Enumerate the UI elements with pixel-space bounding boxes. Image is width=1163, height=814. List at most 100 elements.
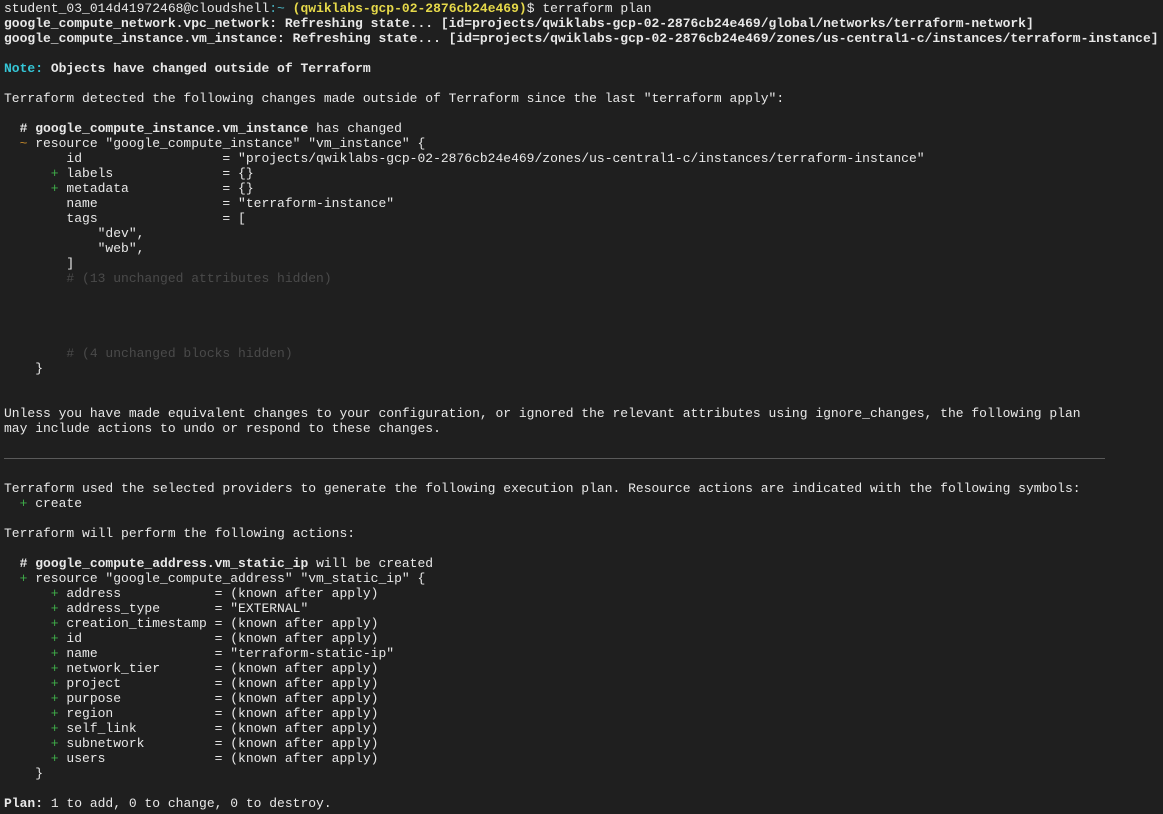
attr-text: self_link = (known after apply): [58, 721, 379, 736]
created-resource-suffix: will be created: [308, 556, 434, 571]
created-resource-declaration: resource "google_compute_address" "vm_st…: [27, 571, 426, 586]
created-attr-address-type: + address_type = "EXTERNAL": [4, 601, 1163, 616]
add-marker: +: [4, 586, 59, 601]
attr-text: creation_timestamp = (known after apply): [58, 616, 379, 631]
changed-tag-dev: "dev",: [4, 226, 1163, 241]
symbol-label: create: [27, 496, 83, 511]
attr-text: id = (known after apply): [58, 631, 379, 646]
add-marker: +: [4, 496, 28, 511]
attr-text: labels = {}: [58, 166, 254, 181]
detected-line: Terraform detected the following changes…: [4, 91, 785, 106]
prompt-user-host: student_03_014d41972468@cloudshell: [4, 1, 270, 16]
add-marker: +: [4, 736, 59, 751]
attr-text: metadata = {}: [58, 181, 254, 196]
note-line: Note: Objects have changed outside of Te…: [4, 61, 1163, 76]
unless-line-2: may include actions to undo or respond t…: [4, 421, 441, 436]
attr-text: address = (known after apply): [58, 586, 379, 601]
created-attr-self-link: + self_link = (known after apply): [4, 721, 1163, 736]
add-marker: +: [4, 676, 59, 691]
changed-tag-web: "web",: [4, 241, 1163, 256]
add-marker: +: [4, 631, 59, 646]
add-marker: +: [4, 706, 59, 721]
attr-text: purpose = (known after apply): [58, 691, 379, 706]
plan-summary: Plan: 1 to add, 0 to change, 0 to destro…: [4, 796, 1163, 811]
created-attr-name: + name = "terraform-static-ip": [4, 646, 1163, 661]
created-attr-region: + region = (known after apply): [4, 706, 1163, 721]
attr-text: name = "terraform-instance": [4, 196, 395, 211]
hidden-attributes-note: # (13 unchanged attributes hidden): [4, 271, 332, 286]
changed-resource-declaration: resource "google_compute_instance" "vm_i…: [27, 136, 426, 151]
created-attr-network-tier: + network_tier = (known after apply): [4, 661, 1163, 676]
changed-resource-close: }: [4, 361, 44, 376]
created-resource-close: }: [4, 766, 44, 781]
add-marker: +: [4, 166, 59, 181]
changed-attr-name: name = "terraform-instance": [4, 196, 1163, 211]
symbol-legend-create: + create: [4, 496, 1163, 511]
plan-text: 1 to add, 0 to change, 0 to destroy.: [43, 796, 332, 811]
comment-hash: #: [4, 121, 36, 136]
created-attr-users: + users = (known after apply): [4, 751, 1163, 766]
add-marker: +: [4, 571, 28, 586]
changed-resource-header: ~ resource "google_compute_instance" "vm…: [4, 136, 1163, 151]
perform-line: Terraform will perform the following act…: [4, 526, 356, 541]
add-marker: +: [4, 181, 59, 196]
attr-text: address_type = "EXTERNAL": [58, 601, 309, 616]
prompt-command: $ terraform plan: [526, 1, 652, 16]
created-attr-id: + id = (known after apply): [4, 631, 1163, 646]
attr-text: network_tier = (known after apply): [58, 661, 379, 676]
note-label: Note:: [4, 61, 44, 76]
attr-text: name = "terraform-static-ip": [58, 646, 395, 661]
attr-text: users = (known after apply): [58, 751, 379, 766]
add-marker: +: [4, 721, 59, 736]
created-attr-subnetwork: + subnetwork = (known after apply): [4, 736, 1163, 751]
change-marker: ~: [4, 136, 28, 151]
created-attr-creation-timestamp: + creation_timestamp = (known after appl…: [4, 616, 1163, 631]
attr-text: id = "projects/qwiklabs-gcp-02-2876cb24e…: [4, 151, 925, 166]
terminal-output[interactable]: student_03_014d41972468@cloudshell:~ (qw…: [0, 0, 1163, 814]
plan-label: Plan:: [4, 796, 44, 811]
attr-text: subnetwork = (known after apply): [58, 736, 379, 751]
used-providers-line: Terraform used the selected providers to…: [4, 481, 1081, 496]
attr-text: tags = [: [4, 211, 246, 226]
changed-tags-close: ]: [4, 256, 1163, 271]
separator-line: [4, 458, 1105, 459]
prompt-project: (qwiklabs-gcp-02-2876cb24e469): [292, 1, 527, 16]
changed-resource-comment: # google_compute_instance.vm_instance ha…: [4, 121, 1163, 136]
created-resource-header: + resource "google_compute_address" "vm_…: [4, 571, 1163, 586]
created-attr-address: + address = (known after apply): [4, 586, 1163, 601]
prompt-line: student_03_014d41972468@cloudshell:~ (qw…: [4, 1, 1163, 16]
refresh-line-network: google_compute_network.vpc_network: Refr…: [4, 16, 1034, 31]
attr-text: "dev",: [4, 226, 145, 241]
attr-text: "web",: [4, 241, 145, 256]
attr-text: region = (known after apply): [58, 706, 379, 721]
created-attr-project: + project = (known after apply): [4, 676, 1163, 691]
unless-line-1: Unless you have made equivalent changes …: [4, 406, 1081, 421]
add-marker: +: [4, 601, 59, 616]
add-marker: +: [4, 646, 59, 661]
changed-attr-tags: tags = [: [4, 211, 1163, 226]
note-text: Objects have changed outside of Terrafor…: [43, 61, 371, 76]
prompt-path: :~: [269, 1, 285, 16]
separator-rule: [4, 451, 1163, 466]
comment-hash: #: [4, 556, 36, 571]
changed-resource-name: google_compute_instance.vm_instance: [35, 121, 309, 136]
add-marker: +: [4, 751, 59, 766]
created-resource-name: google_compute_address.vm_static_ip: [35, 556, 309, 571]
add-marker: +: [4, 691, 59, 706]
refresh-line-instance: google_compute_instance.vm_instance: Ref…: [4, 31, 1159, 46]
hidden-blocks-note: # (4 unchanged blocks hidden): [4, 346, 293, 361]
changed-attr-metadata: + metadata = {}: [4, 181, 1163, 196]
